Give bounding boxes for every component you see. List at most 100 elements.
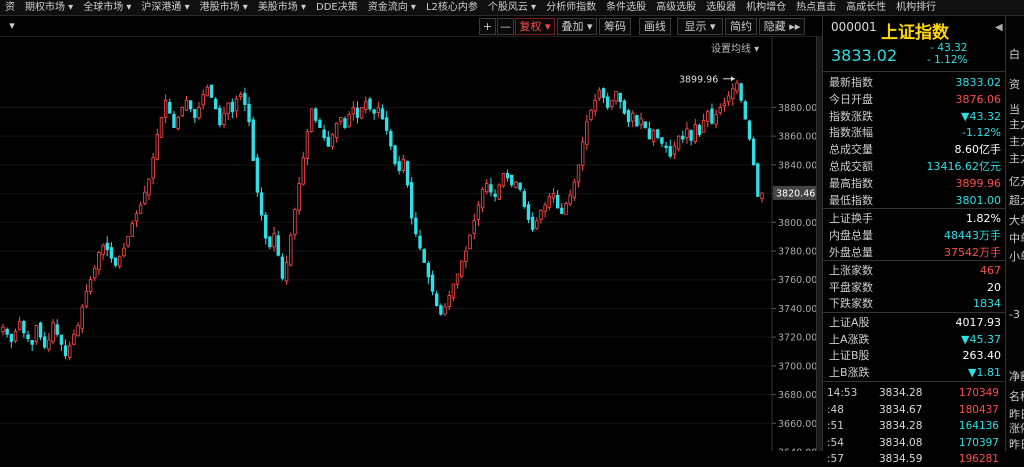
current-price: 3833.02 — [831, 46, 898, 65]
change-value: - 43.32 — [930, 42, 968, 54]
nav-item[interactable]: 高级选股 — [651, 0, 701, 15]
nav-item[interactable]: 期权市场 ▾ — [20, 0, 78, 15]
candle — [397, 156, 401, 175]
stat-value: -1.12% — [962, 126, 1001, 140]
candle — [151, 152, 155, 185]
candle — [706, 109, 710, 128]
candle — [547, 192, 552, 211]
y-tick-label: 3720.00 — [778, 333, 816, 344]
nav-item[interactable]: 全球市场 ▾ — [78, 0, 136, 15]
nav-item[interactable]: 资 — [0, 0, 20, 15]
y-tick-label: 3660.00 — [778, 419, 816, 430]
fund-flow-label: 主力 — [1009, 135, 1024, 148]
collapse-arrow-icon[interactable]: ◀ — [995, 22, 1003, 33]
stat-label: 指数涨幅 — [829, 126, 873, 140]
chart-toolbar: ▾ + — 复权 ▾ 叠加 ▾ 筹码 画线 显示 ▾ 简约 隐藏 ▸▸ — [0, 16, 820, 37]
nav-item[interactable]: 个股风云 ▾ — [483, 0, 541, 15]
tick-volume: 180437 — [958, 403, 999, 416]
nav-item[interactable]: 热点直击 — [791, 0, 841, 15]
fund-flow-label: 净额 — [1009, 370, 1024, 383]
period-dropdown[interactable]: ▾ — [2, 18, 22, 33]
candle — [218, 105, 222, 128]
candle — [685, 122, 689, 144]
stat-row: 外盘总量 37542万手 — [827, 245, 1003, 260]
candle — [293, 207, 297, 240]
stat-row: 指数涨跌 ▼43.32 — [827, 109, 1003, 124]
candle — [80, 304, 84, 334]
stat-value: 37542万手 — [944, 245, 1001, 259]
zoom-in-button[interactable]: + — [479, 18, 496, 35]
nav-item[interactable]: 分析师指数 — [541, 0, 601, 15]
fund-flow-label: 昨日 — [1009, 438, 1024, 451]
candle — [510, 174, 514, 188]
candle — [322, 124, 326, 141]
stat-row: 最低指数 3801.00 — [827, 193, 1003, 208]
candle — [230, 98, 235, 119]
hide-panel-button[interactable]: 隐藏 ▸▸ — [759, 18, 805, 35]
nav-item[interactable]: 资金流向 ▾ — [363, 0, 421, 15]
nav-item[interactable]: L2核心内参 — [421, 0, 483, 15]
nav-item[interactable]: 港股市场 ▾ — [195, 0, 253, 15]
nav-item[interactable]: 选股器 — [701, 0, 741, 15]
candle — [555, 190, 560, 209]
y-tick-label: 3840.00 — [778, 160, 816, 171]
nav-item[interactable]: 美股市场 ▾ — [253, 0, 311, 15]
candle — [605, 92, 610, 110]
nav-item[interactable]: DDE决策 — [311, 0, 363, 15]
candle — [514, 181, 518, 189]
candle — [188, 100, 193, 113]
candle — [201, 89, 205, 110]
nav-item[interactable]: 机构增仓 — [741, 0, 791, 15]
nav-item[interactable]: 沪深港通 ▾ — [136, 0, 194, 15]
candle — [751, 136, 756, 166]
stat-value: 13416.62亿元 — [926, 160, 1002, 173]
candle — [55, 319, 59, 337]
candle — [409, 177, 414, 225]
fuquan-button[interactable]: 复权 ▾ — [515, 18, 555, 35]
overlay-button[interactable]: 叠加 ▾ — [557, 18, 597, 35]
nav-item[interactable]: 条件选股 — [601, 0, 651, 15]
candle — [505, 169, 510, 182]
candle — [138, 201, 143, 215]
zoom-out-button[interactable]: — — [497, 18, 514, 35]
nav-item[interactable]: 机构排行 — [891, 0, 941, 15]
candle — [368, 97, 372, 112]
stat-value: 1.82% — [966, 211, 1001, 225]
candle — [580, 136, 585, 171]
y-tick-label: 3760.00 — [778, 275, 816, 286]
display-button[interactable]: 显示 ▾ — [677, 18, 723, 35]
candle — [168, 98, 172, 114]
candle — [47, 332, 51, 353]
candle — [418, 229, 422, 251]
candle — [276, 230, 280, 257]
candlestick-chart[interactable]: 3880.003860.003840.003820.003800.003780.… — [0, 36, 816, 451]
candle — [314, 107, 318, 124]
candle — [113, 257, 118, 268]
candle — [756, 162, 760, 197]
stat-label: 上证A股 — [829, 315, 870, 329]
stat-label: 总成交量 — [829, 143, 873, 157]
tick-volume: 196281 — [958, 453, 999, 466]
nav-item[interactable]: 高成长性 — [841, 0, 891, 15]
candle — [118, 255, 122, 270]
candle — [268, 236, 272, 250]
candle — [760, 192, 764, 203]
candle — [280, 253, 285, 281]
candle — [343, 116, 347, 130]
draw-line-button[interactable]: 画线 — [639, 18, 671, 35]
candle — [451, 283, 456, 302]
stat-row: 今日开盘 3876.06 — [827, 92, 1003, 107]
stat-label: 上A涨跌 — [829, 332, 870, 346]
divider — [823, 312, 1005, 314]
candle — [76, 322, 80, 337]
candle — [681, 130, 685, 144]
candle — [26, 330, 30, 343]
candle — [497, 183, 501, 201]
candle — [193, 108, 197, 123]
chips-button[interactable]: 筹码 — [599, 18, 631, 35]
tick-price: 3834.28 — [879, 420, 923, 433]
fund-flow-label: 资 — [1009, 78, 1020, 91]
tick-row: 14:53 3834.28 170349 — [823, 386, 1005, 401]
simple-mode-button[interactable]: 简约 — [725, 18, 757, 35]
candle — [697, 123, 702, 137]
